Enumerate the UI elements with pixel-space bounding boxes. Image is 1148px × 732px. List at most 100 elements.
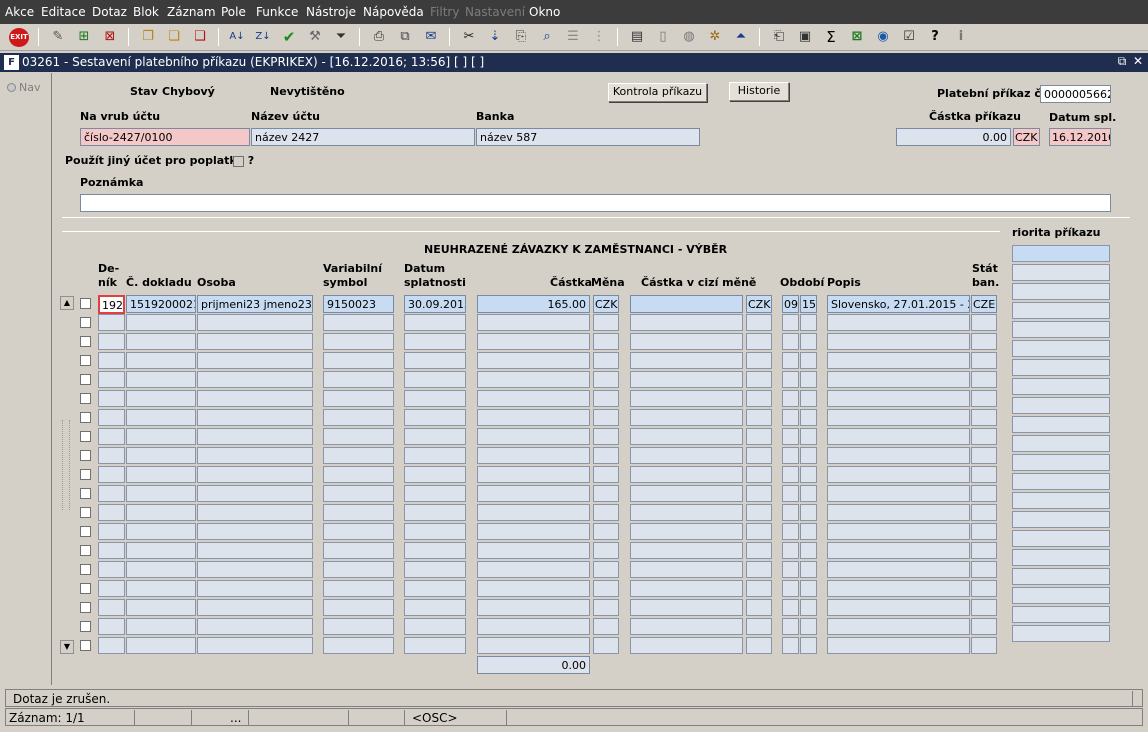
grid-cell[interactable] xyxy=(98,447,125,464)
row-popis[interactable]: Slovensko, 27.01.2015 - 28.0 xyxy=(827,295,970,313)
grid-cell[interactable] xyxy=(630,504,743,521)
grid-cell[interactable] xyxy=(630,447,743,464)
priorita-cell[interactable] xyxy=(1012,606,1110,623)
row-cdokladu[interactable]: 1519200021 xyxy=(126,295,196,313)
sort-desc-icon[interactable]: Z↓ xyxy=(253,27,273,47)
priorita-cell[interactable] xyxy=(1012,416,1110,433)
scroll-up-icon[interactable]: ▲ xyxy=(60,296,74,310)
grid-cell[interactable] xyxy=(782,371,799,388)
grid-cell[interactable] xyxy=(630,599,743,616)
grid-cell[interactable] xyxy=(126,314,196,331)
grid-cell[interactable] xyxy=(593,637,619,654)
sort-asc-icon[interactable]: A↓ xyxy=(227,27,247,47)
row-obdobi-y[interactable]: 15 xyxy=(800,295,817,313)
menu-napoveda[interactable]: Nápověda xyxy=(363,5,424,19)
paste-icon[interactable]: ⇣ xyxy=(485,27,505,47)
grid-cell[interactable] xyxy=(593,618,619,635)
grid-cell[interactable] xyxy=(593,580,619,597)
grid-cell[interactable] xyxy=(197,390,313,407)
menu-funkce[interactable]: Funkce xyxy=(256,5,298,19)
grid-cell[interactable] xyxy=(98,599,125,616)
grid-cell[interactable] xyxy=(126,352,196,369)
grid-cell[interactable] xyxy=(126,447,196,464)
grid-cell[interactable] xyxy=(477,580,590,597)
grid-cell[interactable] xyxy=(126,618,196,635)
copy-icon[interactable]: ⧉ xyxy=(395,27,415,47)
grid-cell[interactable] xyxy=(323,466,394,483)
grid-cell[interactable] xyxy=(126,390,196,407)
grid-cell[interactable] xyxy=(197,542,313,559)
grid-cell[interactable] xyxy=(800,409,817,426)
banka-field[interactable]: název 587 xyxy=(476,128,700,146)
nazev-field[interactable]: název 2427 xyxy=(251,128,475,146)
grid-cell[interactable] xyxy=(593,371,619,388)
delete-record-icon[interactable]: ⊠ xyxy=(100,27,120,47)
scroll-track[interactable] xyxy=(62,420,70,510)
grid-cell[interactable] xyxy=(746,447,772,464)
filter-icon[interactable]: ⏷ xyxy=(331,27,351,47)
grid-cell[interactable] xyxy=(98,409,125,426)
menu-blok[interactable]: Blok xyxy=(133,5,159,19)
row-checkbox[interactable] xyxy=(80,374,91,385)
grid-cell[interactable] xyxy=(593,599,619,616)
grid-cell[interactable] xyxy=(971,371,997,388)
grid-cell[interactable] xyxy=(477,523,590,540)
cancel-query-icon[interactable]: ❑ xyxy=(190,27,210,47)
grid-cell[interactable] xyxy=(477,599,590,616)
grid-cell[interactable] xyxy=(126,580,196,597)
grid-cell[interactable] xyxy=(404,599,466,616)
grid-cell[interactable] xyxy=(197,523,313,540)
grid-cell[interactable] xyxy=(98,580,125,597)
priorita-cell[interactable] xyxy=(1012,454,1110,471)
grid-cell[interactable] xyxy=(323,561,394,578)
priorita-cell[interactable] xyxy=(1012,397,1110,414)
sum-icon[interactable]: Σ xyxy=(821,27,841,47)
priorita-cell[interactable] xyxy=(1012,321,1110,338)
priorita-cell[interactable] xyxy=(1012,435,1110,452)
grid-cell[interactable] xyxy=(404,314,466,331)
restore-icon[interactable]: ⧉ xyxy=(1115,54,1129,70)
grid-cell[interactable] xyxy=(782,542,799,559)
grid-cell[interactable] xyxy=(197,637,313,654)
datum-field[interactable]: 16.12.2016 xyxy=(1049,128,1111,146)
grid-cell[interactable] xyxy=(800,637,817,654)
grid-cell[interactable] xyxy=(630,523,743,540)
grid-cell[interactable] xyxy=(782,637,799,654)
grid-cell[interactable] xyxy=(126,599,196,616)
grid-cell[interactable] xyxy=(593,409,619,426)
wheel-icon[interactable]: ✲ xyxy=(705,27,725,47)
grid-cell[interactable] xyxy=(800,314,817,331)
grid-cell[interactable] xyxy=(477,428,590,445)
grid-cell[interactable] xyxy=(593,466,619,483)
grid-cell[interactable] xyxy=(827,390,970,407)
menu-dotaz[interactable]: Dotaz xyxy=(92,5,127,19)
grid-cell[interactable] xyxy=(323,428,394,445)
priorita-cell[interactable] xyxy=(1012,511,1110,528)
priorita-cell[interactable] xyxy=(1012,492,1110,509)
grid-cell[interactable] xyxy=(197,599,313,616)
grid-cell[interactable] xyxy=(630,580,743,597)
priorita-cell[interactable] xyxy=(1012,587,1110,604)
grid-cell[interactable] xyxy=(98,390,125,407)
grid-cell[interactable] xyxy=(98,542,125,559)
document-icon[interactable]: ▯ xyxy=(653,27,673,47)
checklist-icon[interactable]: ☑ xyxy=(899,27,919,47)
grid-cell[interactable] xyxy=(782,447,799,464)
grid-cell[interactable] xyxy=(746,523,772,540)
grid-cell[interactable] xyxy=(746,561,772,578)
grid-cell[interactable] xyxy=(323,618,394,635)
grid-cell[interactable] xyxy=(323,390,394,407)
row-checkbox[interactable] xyxy=(80,602,91,613)
grid-cell[interactable] xyxy=(323,485,394,502)
grid-cell[interactable] xyxy=(477,409,590,426)
row-osoba[interactable]: prijmeni23 jmeno23 xyxy=(197,295,313,313)
grid-cell[interactable] xyxy=(800,599,817,616)
grid-cell[interactable] xyxy=(126,485,196,502)
grid-cell[interactable] xyxy=(323,580,394,597)
grid-cell[interactable] xyxy=(404,618,466,635)
grid-cell[interactable] xyxy=(98,618,125,635)
grid-cell[interactable] xyxy=(404,485,466,502)
grid-cell[interactable] xyxy=(746,485,772,502)
grid-cell[interactable] xyxy=(782,333,799,350)
grid-cell[interactable] xyxy=(746,618,772,635)
